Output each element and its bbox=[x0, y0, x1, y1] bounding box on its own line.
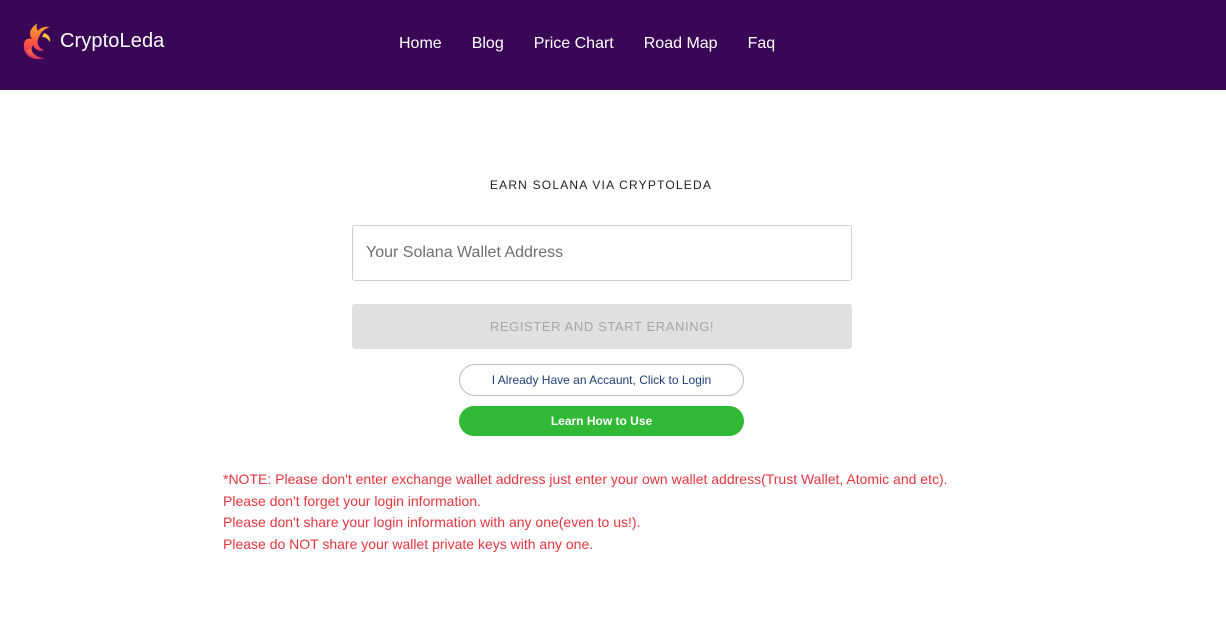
nav-item-price-chart[interactable]: Price Chart bbox=[519, 24, 629, 64]
note-line: Please do NOT share your wallet private … bbox=[223, 535, 594, 552]
brand-logo[interactable]: CryptoLeda bbox=[20, 20, 164, 62]
nav-item-faq[interactable]: Faq bbox=[733, 24, 791, 64]
flame-swirl-logo-icon bbox=[23, 23, 51, 60]
nav-item-home[interactable]: Home bbox=[384, 24, 457, 64]
brand-name: CryptoLeda bbox=[60, 29, 165, 52]
wallet-address-input[interactable] bbox=[352, 225, 852, 281]
note-line: Please don't forget your login informati… bbox=[223, 492, 481, 509]
login-button[interactable]: I Already Have an Accaunt, Click to Logi… bbox=[459, 364, 744, 396]
note-line: *NOTE: Please don't enter exchange walle… bbox=[223, 471, 948, 487]
note-line: Please don't share your login informatio… bbox=[223, 514, 641, 530]
nav-item-blog[interactable]: Blog bbox=[457, 24, 519, 64]
learn-how-button[interactable]: Learn How to Use bbox=[459, 406, 744, 436]
main-nav: Home Blog Price Chart Road Map Faq bbox=[384, 24, 790, 64]
warning-notes: *NOTE: Please don't enter exchange walle… bbox=[223, 469, 1123, 555]
main-content: EARN SOLANA VIA CRYPTOLEDA REGISTER AND … bbox=[0, 90, 1226, 633]
page-headline: EARN SOLANA VIA CRYPTOLEDA bbox=[489, 178, 713, 192]
nav-item-road-map[interactable]: Road Map bbox=[629, 24, 733, 64]
register-button[interactable]: REGISTER AND START ERANING! bbox=[352, 304, 852, 349]
site-header: CryptoLeda Home Blog Price Chart Road Ma… bbox=[0, 0, 1226, 90]
